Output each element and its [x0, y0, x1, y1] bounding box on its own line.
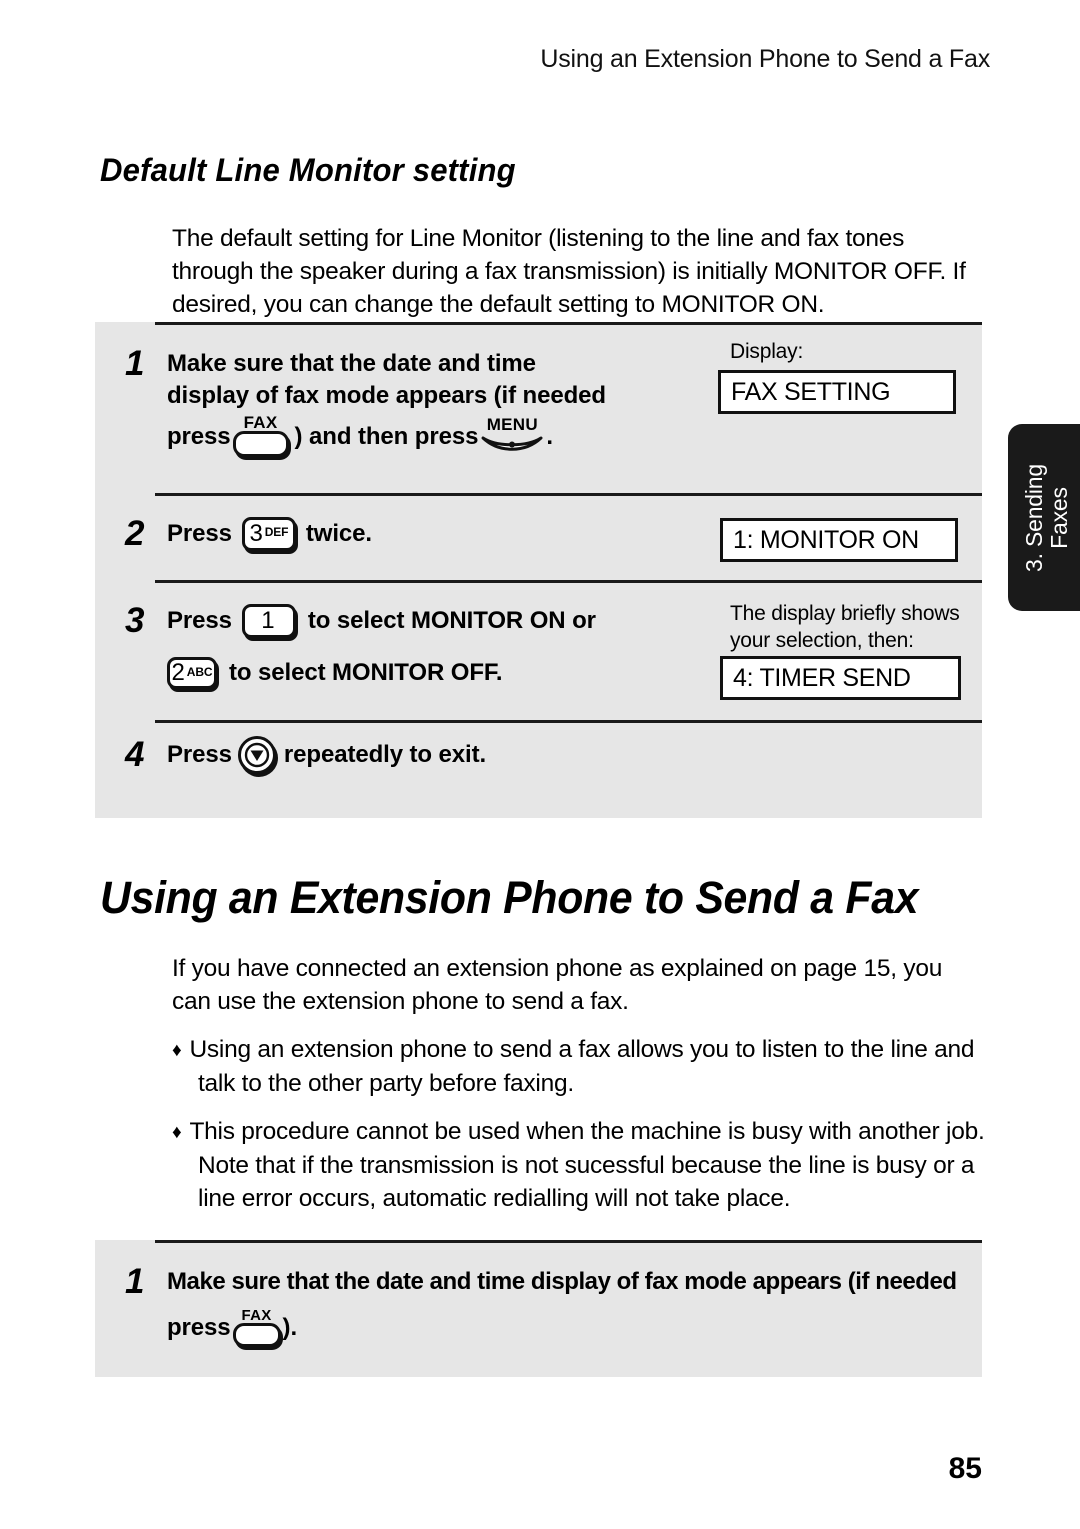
step-divider-rule: [155, 493, 982, 496]
step-4-exit-label: repeatedly to exit.: [283, 741, 487, 768]
keypad-key-2-letters: ABC: [186, 665, 213, 679]
bottom-step-1-end-label: ).: [282, 1314, 298, 1341]
step-1-press-label: press: [167, 422, 231, 450]
lcd-display-step-3: 4: TIMER SEND: [720, 656, 961, 700]
step-number-3: 3: [125, 601, 145, 640]
step-2-twice-label: twice.: [305, 520, 372, 547]
fax-key-body: [232, 1323, 281, 1347]
chapter-thumb-tab: 3. Sending Faxes: [1008, 424, 1080, 611]
keypad-key-3-letters: DEF: [264, 525, 289, 539]
procedure-panel-top: 1 Make sure that the date and time displ…: [95, 322, 982, 818]
step-3-press-label: Press: [167, 607, 232, 634]
fax-key-icon[interactable]: FAX: [232, 1307, 281, 1347]
step-1-line-2: display of fax mode appears (if needed: [167, 382, 606, 409]
fax-key-icon[interactable]: FAX: [232, 413, 289, 457]
chapter-thumb-tab-line-1: 3. Sending: [1021, 463, 1047, 572]
section-heading: Default Line Monitor setting: [100, 152, 516, 188]
keypad-key-1-digit: 1: [261, 607, 275, 634]
display-label-step-1: Display:: [730, 340, 804, 363]
list-item: ♦ This procedure cannot be used when the …: [172, 1115, 1003, 1215]
step-3-line-1: Press 1 to select MONITOR ON or: [167, 601, 596, 641]
running-header: Using an Extension Phone to Send a Fax: [540, 45, 990, 73]
section-intro-paragraph: The default setting for Line Monitor (li…: [172, 225, 966, 318]
chapter-intro-paragraph: If you have connected an extension phone…: [172, 955, 943, 1015]
chapter-thumb-tab-text: 3. Sending Faxes: [1021, 463, 1072, 572]
step-divider-rule: [155, 322, 982, 325]
step-number-1: 1: [125, 344, 145, 383]
step-divider-rule: [155, 1240, 982, 1243]
bullet-diamond-icon: ♦: [172, 1040, 182, 1061]
step-number-1-bottom: 1: [125, 1262, 145, 1301]
step-3-line-2: 2 ABC to select MONITOR OFF.: [167, 653, 502, 693]
step-3-select-on-label: to select MONITOR ON or: [307, 607, 596, 634]
step-2-press-label: Press: [167, 520, 232, 547]
menu-key-icon[interactable]: MENU: [481, 414, 543, 457]
list-item-text: Using an extension phone to send a fax a…: [189, 1036, 975, 1097]
fax-key-caption: FAX: [241, 1307, 272, 1324]
display-label-step-3: The display briefly shows your selection…: [730, 602, 960, 652]
procedure-panel-bottom: 1 Make sure that the date and time displ…: [95, 1240, 982, 1377]
bottom-step-1-line-1: Make sure that the date and time display…: [167, 1268, 957, 1295]
lcd-display-step-2: 1: MONITOR ON: [720, 518, 958, 562]
step-4-press-label: Press: [167, 741, 232, 768]
stop-key-icon[interactable]: [237, 736, 276, 774]
step-1-mid-label: ) and then press: [294, 422, 479, 450]
fax-key-body: [232, 431, 289, 457]
keypad-key-3[interactable]: 3 DEF: [241, 517, 296, 551]
chapter-thumb-tab-line-2: Faxes: [1046, 486, 1072, 549]
step-3-select-off-label: to select MONITOR OFF.: [229, 659, 503, 686]
menu-key-arc-shape: [481, 436, 543, 451]
list-item: ♦ Using an extension phone to send a fax …: [172, 1033, 1003, 1100]
step-1-end-label: .: [546, 422, 553, 450]
keypad-key-3-digit: 3: [249, 520, 263, 547]
fax-key-caption: FAX: [243, 413, 278, 432]
stop-key-glyph: [244, 742, 270, 768]
keypad-key-2[interactable]: 2 ABC: [167, 657, 217, 689]
bullet-diamond-icon: ♦: [172, 1122, 182, 1143]
step-2-line-1: Press 3 DEF twice.: [167, 514, 372, 554]
bottom-step-1-line-2: press FAX ).: [167, 1308, 297, 1348]
step-divider-rule: [155, 580, 982, 583]
step-number-4: 4: [125, 735, 145, 774]
chapter-heading: Using an Extension Phone to Send a Fax: [100, 872, 919, 923]
step-1-line-3: press FAX ) and then press MENU .: [167, 413, 553, 457]
page-number: 85: [948, 1452, 982, 1485]
menu-key-caption: MENU: [486, 414, 538, 434]
list-item-text: This procedure cannot be used when the m…: [189, 1118, 985, 1212]
step-number-2: 2: [125, 514, 145, 553]
keypad-key-2-digit: 2: [171, 659, 185, 686]
lcd-display-step-1: FAX SETTING: [718, 370, 956, 414]
bottom-step-1-press-label: press: [167, 1314, 231, 1341]
step-4-line-1: Press repeatedly to exit.: [167, 735, 486, 775]
step-divider-rule: [155, 720, 982, 723]
keypad-key-1[interactable]: 1: [241, 604, 296, 638]
